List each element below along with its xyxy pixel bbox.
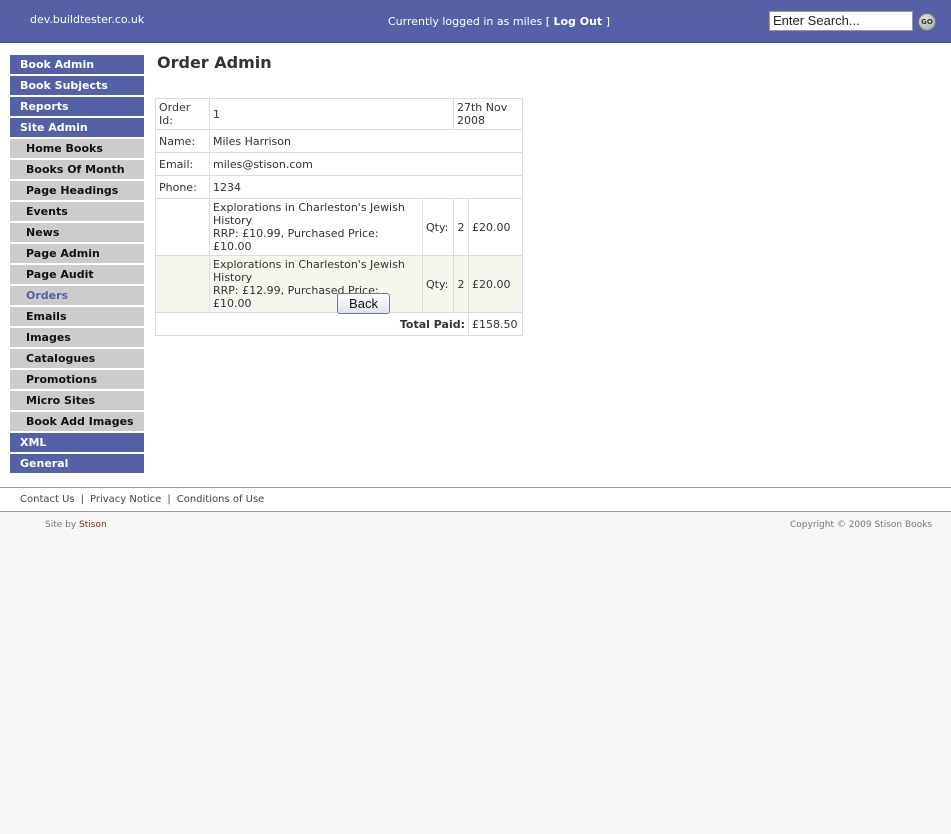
name-label: Name:	[155, 129, 210, 153]
sidebar-item-catalogues[interactable]: Catalogues	[10, 349, 144, 368]
item-qty-label: Qty:	[422, 198, 454, 256]
copyright: Copyright © 2009 Stison Books	[790, 520, 933, 530]
item-qty: 2	[453, 255, 469, 313]
order-date: 27th Nov 2008	[453, 98, 523, 130]
sidebar-item-news[interactable]: News	[10, 223, 144, 242]
login-prefix: Currently logged in as miles [	[388, 15, 550, 28]
login-status: Currently logged in as miles [ Log Out ]	[388, 15, 610, 28]
page-title: Order Admin	[157, 53, 272, 72]
sidebar-item-general[interactable]: General	[10, 454, 144, 473]
sidebar-item-books-of-month[interactable]: Books Of Month	[10, 160, 144, 179]
sidebar-item-book-subjects[interactable]: Book Subjects	[10, 76, 144, 95]
item-total: £20.00	[468, 198, 523, 256]
phone-label: Phone:	[155, 175, 210, 199]
table-row: Total Paid: £158.50	[155, 312, 523, 336]
sidebar-item-page-headings[interactable]: Page Headings	[10, 181, 144, 200]
item-thumb-cell	[155, 198, 210, 256]
footer-link-list: Contact Us | Privacy Notice | Conditions of …	[20, 494, 264, 505]
sidebar-item-book-add-images[interactable]: Book Add Images	[10, 412, 144, 431]
stison-link[interactable]: Stison	[79, 520, 107, 530]
site-by: Site by Stison	[45, 520, 107, 530]
item-total: £20.00	[468, 255, 523, 313]
item-title: Explorations in Charleston's Jewish Hist…	[213, 201, 405, 227]
item-title: Explorations in Charleston's Jewish Hist…	[213, 258, 405, 284]
email-value: miles@stison.com	[209, 152, 523, 176]
table-row: Order Id: 1 27th Nov 2008	[155, 98, 523, 130]
item-qty: 2	[453, 198, 469, 256]
item-thumb-cell	[155, 255, 210, 313]
table-row: Email: miles@stison.com	[155, 152, 523, 176]
sidebar-item-emails[interactable]: Emails	[10, 307, 144, 326]
sidebar-item-events[interactable]: Events	[10, 202, 144, 221]
footer-separator: |	[80, 494, 84, 505]
logout-link[interactable]: Log Out	[553, 15, 602, 28]
main-content: Book Admin Book Subjects Reports Site Ad…	[0, 43, 951, 487]
order-item-row: Explorations in Charleston's Jewish Hist…	[155, 198, 523, 256]
item-description: Explorations in Charleston's Jewish Hist…	[209, 198, 423, 256]
sidebar-item-home-books[interactable]: Home Books	[10, 139, 144, 158]
sidebar-item-page-audit[interactable]: Page Audit	[10, 265, 144, 284]
sidebar-item-site-admin[interactable]: Site Admin	[10, 118, 144, 137]
table-row: Name: Miles Harrison	[155, 129, 523, 153]
search-go-button[interactable]: GO	[918, 13, 936, 31]
sidebar-item-orders[interactable]: Orders	[10, 286, 144, 305]
phone-value: 1234	[209, 175, 523, 199]
table-row: Phone: 1234	[155, 175, 523, 199]
total-paid-value: £158.50	[468, 312, 523, 336]
search-input[interactable]: Enter Search...	[769, 11, 913, 31]
sidebar-item-micro-sites[interactable]: Micro Sites	[10, 391, 144, 410]
conditions-of-use-link[interactable]: Conditions of Use	[177, 494, 265, 505]
footer-separator: |	[167, 494, 171, 505]
sidebar-item-page-admin[interactable]: Page Admin	[10, 244, 144, 263]
email-label: Email:	[155, 152, 210, 176]
login-suffix: ]	[605, 15, 610, 28]
site-name: dev.buildtester.co.uk	[30, 13, 145, 26]
sidebar-item-images[interactable]: Images	[10, 328, 144, 347]
order-id-value: 1	[209, 98, 454, 130]
sidebar-item-book-admin[interactable]: Book Admin	[10, 55, 144, 74]
total-paid-label: Total Paid:	[155, 312, 469, 336]
sidebar-item-reports[interactable]: Reports	[10, 97, 144, 116]
site-header: dev.buildtester.co.uk Currently logged i…	[0, 0, 951, 43]
name-value: Miles Harrison	[209, 129, 523, 153]
footer-links: Contact Us | Privacy Notice | Conditions of …	[0, 487, 951, 512]
back-button[interactable]: Back	[337, 293, 390, 314]
privacy-notice-link[interactable]: Privacy Notice	[90, 494, 161, 505]
sidebar: Book Admin Book Subjects Reports Site Ad…	[10, 55, 144, 475]
sidebar-item-xml[interactable]: XML	[10, 433, 144, 452]
item-price-line: RRP: £10.99, Purchased Price: £10.00	[213, 227, 379, 253]
site-by-prefix: Site by	[45, 520, 77, 530]
item-description: Explorations in Charleston's Jewish Hist…	[209, 255, 423, 313]
order-id-label: Order Id:	[155, 98, 210, 130]
sidebar-item-promotions[interactable]: Promotions	[10, 370, 144, 389]
contact-us-link[interactable]: Contact Us	[20, 494, 75, 505]
item-qty-label: Qty:	[422, 255, 454, 313]
